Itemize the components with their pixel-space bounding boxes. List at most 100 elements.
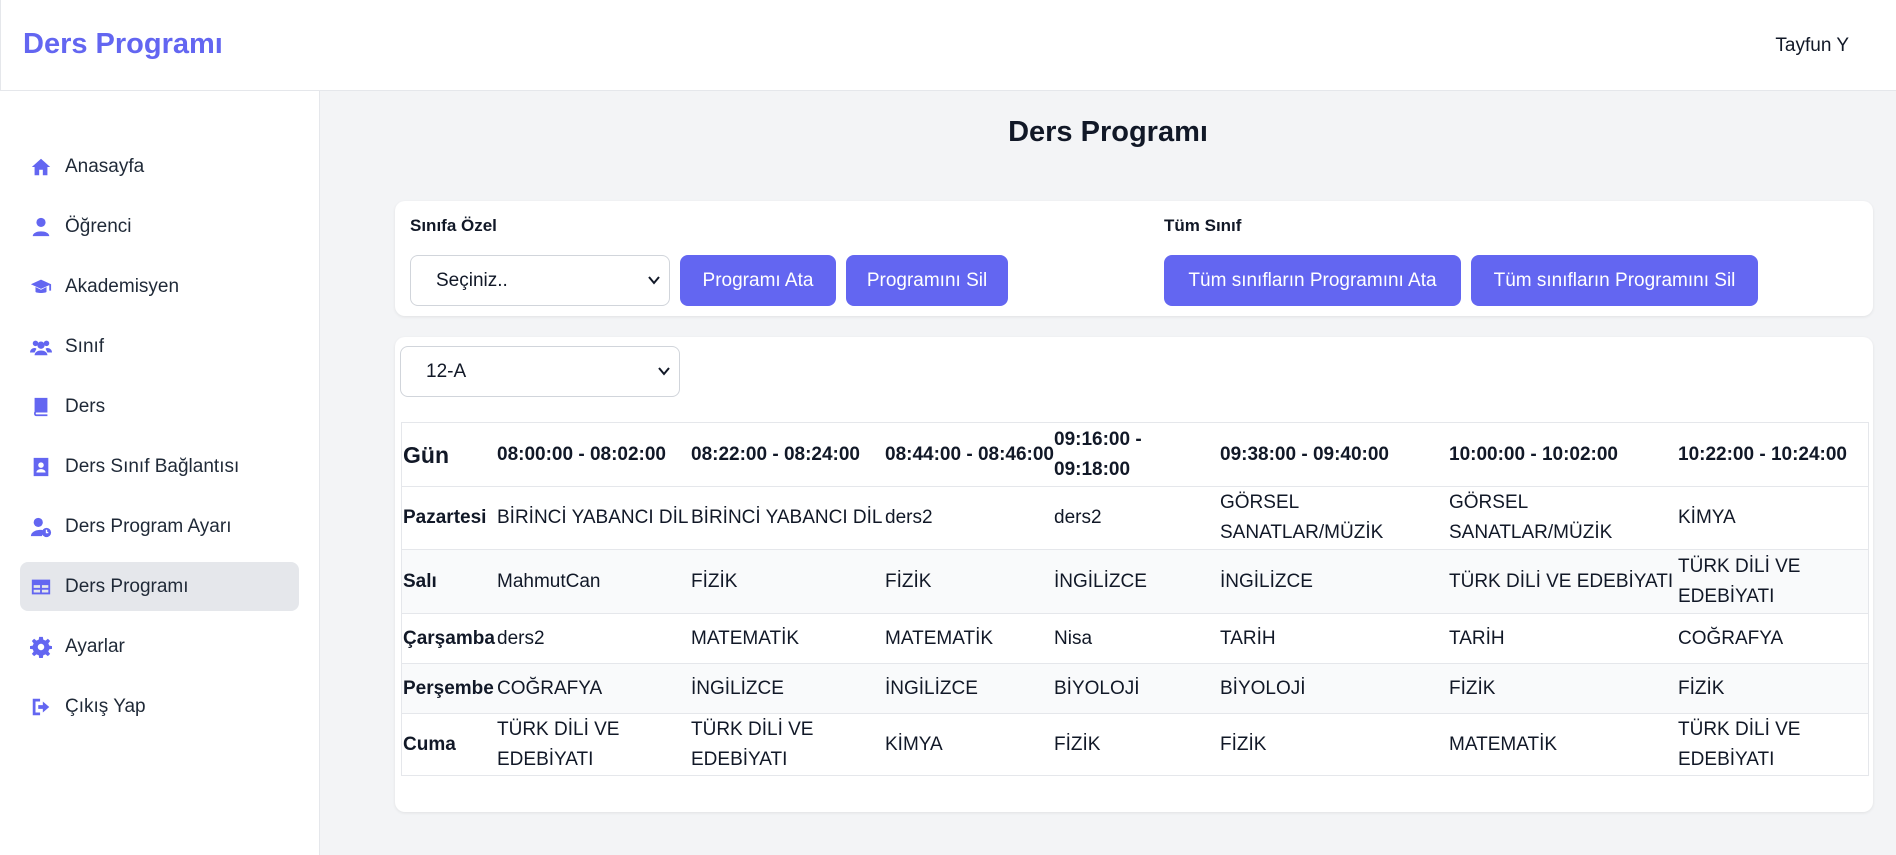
- sidebar: Anasayfa Öğrenci Akademisyen Sınıf Ders …: [0, 91, 320, 855]
- delete-program-button[interactable]: Programını Sil: [846, 255, 1008, 306]
- sidebar-item-ders-program-ayari[interactable]: Ders Program Ayarı: [20, 502, 299, 551]
- sidebar-item-ogrenci[interactable]: Öğrenci: [20, 202, 299, 251]
- lesson-cell: FİZİK: [1220, 734, 1267, 755]
- book-icon: [29, 395, 53, 419]
- user-icon: [29, 215, 53, 239]
- users-icon: [29, 335, 53, 359]
- lesson-cell: İNGİLİZCE: [885, 677, 978, 699]
- header-cell: 09:16:00 - 09:18:00: [1054, 428, 1142, 480]
- lesson-cell: COĞRAFYA: [497, 677, 603, 699]
- lesson-cell: FİZİK: [1054, 734, 1101, 755]
- lesson-cell: KİMYA: [885, 734, 943, 755]
- delete-all-programs-button[interactable]: Tüm sınıfların Programını Sil: [1471, 255, 1758, 306]
- schedule-class-select-value: 12-A: [426, 360, 467, 382]
- sign-out-icon: [29, 695, 53, 719]
- header-cell: 08:22:00 - 08:24:00: [691, 443, 860, 465]
- lesson-cell: GÖRSEL SANATLAR/MÜZİK: [1220, 492, 1384, 543]
- table-row: Salı MahmutCan FİZİK FİZİK İNGİLİZCE İNG…: [402, 550, 1868, 614]
- table-row: Cuma TÜRK DİLİ VE EDEBİYATI TÜRK DİLİ VE…: [402, 714, 1868, 776]
- table-row: Perşembe COĞRAFYA İNGİLİZCE İNGİLİZCE Bİ…: [402, 664, 1868, 714]
- lesson-cell: TÜRK DİLİ VE EDEBİYATI: [1449, 570, 1674, 592]
- sidebar-item-anasayfa[interactable]: Anasayfa: [20, 142, 299, 191]
- lesson-cell: FİZİK: [1678, 677, 1725, 699]
- lesson-cell: TARİH: [1449, 627, 1505, 649]
- top-bar: Ders Programı Tayfun Y: [0, 0, 1896, 91]
- lesson-cell: TÜRK DİLİ VE EDEBİYATI: [691, 719, 814, 770]
- lesson-cell: TARİH: [1220, 627, 1276, 649]
- lesson-cell: BİYOLOJİ: [1220, 677, 1306, 699]
- lesson-cell: FİZİK: [885, 570, 932, 592]
- sidebar-item-label: Çıkış Yap: [65, 695, 146, 717]
- sidebar-item-ayarlar[interactable]: Ayarlar: [20, 622, 299, 671]
- header-cell: 10:22:00 - 10:24:00: [1678, 443, 1847, 465]
- schedule-table: Gün 08:00:00 - 08:02:00 08:22:00 - 08:24…: [401, 422, 1869, 776]
- table-row: Çarşamba ders2 MATEMATİK MATEMATİK Nisa …: [402, 614, 1868, 664]
- schedule-class-select[interactable]: 12-A: [400, 346, 680, 397]
- program-actions-card: Sınıfa Özel Seçiniz.. Programı Ata Progr…: [395, 201, 1873, 316]
- header-cell: 08:44:00 - 08:46:00: [885, 443, 1054, 465]
- class-specific-label: Sınıfa Özel: [410, 216, 497, 235]
- lesson-cell: MATEMATİK: [691, 627, 800, 649]
- day-cell: Salı: [403, 570, 437, 592]
- chevron-down-icon: [648, 276, 660, 285]
- sidebar-item-ders-programi[interactable]: Ders Programı: [20, 562, 299, 611]
- sidebar-item-label: Anasayfa: [65, 155, 145, 177]
- lesson-cell: ders2: [497, 627, 545, 649]
- assign-program-button[interactable]: Programı Ata: [680, 255, 836, 306]
- sidebar-item-label: Ders: [65, 395, 106, 417]
- home-icon: [29, 155, 53, 179]
- app-title[interactable]: Ders Programı: [23, 28, 223, 61]
- lesson-cell: ders2: [885, 507, 933, 528]
- header-cell: Gün: [403, 441, 449, 468]
- table-header-row: Gün 08:00:00 - 08:02:00 08:22:00 - 08:24…: [402, 423, 1868, 487]
- header-cell: 09:38:00 - 09:40:00: [1220, 443, 1389, 465]
- sidebar-item-label: Akademisyen: [65, 275, 180, 297]
- lesson-cell: TÜRK DİLİ VE EDEBİYATI: [1678, 555, 1801, 607]
- table-row: Pazartesi BİRİNCİ YABANCI DİL BİRİNCİ YA…: [402, 487, 1868, 550]
- day-cell: Cuma: [403, 734, 456, 755]
- sidebar-item-label: Ayarlar: [65, 635, 125, 657]
- chevron-down-icon: [658, 367, 670, 376]
- lesson-cell: BİRİNCİ YABANCI DİL: [691, 507, 883, 528]
- lesson-cell: FİZİK: [691, 570, 738, 592]
- lesson-cell: BİYOLOJİ: [1054, 677, 1140, 699]
- sidebar-item-sinif[interactable]: Sınıf: [20, 322, 299, 371]
- header-cell: 08:00:00 - 08:02:00: [497, 443, 666, 465]
- header-cell: 10:00:00 - 10:02:00: [1449, 443, 1618, 465]
- lesson-cell: Nisa: [1054, 627, 1093, 649]
- sidebar-item-label: Sınıf: [65, 335, 105, 357]
- contact-book-icon: [29, 455, 53, 479]
- assign-all-programs-button[interactable]: Tüm sınıfların Programını Ata: [1164, 255, 1461, 306]
- all-classes-label: Tüm Sınıf: [1164, 216, 1242, 235]
- sidebar-item-ders-sinif-baglantisi[interactable]: Ders Sınıf Bağlantısı: [20, 442, 299, 491]
- day-cell: Perşembe: [403, 677, 494, 699]
- lesson-cell: BİRİNCİ YABANCI DİL: [497, 507, 689, 528]
- lesson-cell: TÜRK DİLİ VE EDEBİYATI: [497, 719, 620, 770]
- lesson-cell: GÖRSEL SANATLAR/MÜZİK: [1449, 492, 1613, 543]
- lesson-cell: MATEMATİK: [1449, 734, 1558, 755]
- lesson-cell: İNGİLİZCE: [691, 677, 784, 699]
- sidebar-item-cikis-yap[interactable]: Çıkış Yap: [20, 682, 299, 731]
- sidebar-item-akademisyen[interactable]: Akademisyen: [20, 262, 299, 311]
- lesson-cell: TÜRK DİLİ VE EDEBİYATI: [1678, 719, 1801, 770]
- sidebar-item-label: Ders Sınıf Bağlantısı: [65, 455, 240, 477]
- lesson-cell: KİMYA: [1678, 507, 1736, 528]
- lesson-cell: İNGİLİZCE: [1054, 570, 1147, 592]
- sidebar-item-label: Öğrenci: [65, 215, 132, 237]
- lesson-cell: MATEMATİK: [885, 627, 994, 649]
- lesson-cell: FİZİK: [1449, 677, 1496, 699]
- graduation-cap-icon: [29, 275, 53, 299]
- sidebar-item-label: Ders Programı: [65, 575, 189, 597]
- sidebar-item-ders[interactable]: Ders: [20, 382, 299, 431]
- lesson-cell: MahmutCan: [497, 570, 601, 592]
- gear-icon: [29, 635, 53, 659]
- table-icon: [29, 575, 53, 599]
- lesson-cell: ders2: [1054, 507, 1102, 528]
- day-cell: Pazartesi: [403, 507, 487, 528]
- class-select-value: Seçiniz..: [436, 269, 508, 291]
- lesson-cell: İNGİLİZCE: [1220, 570, 1313, 592]
- user-name[interactable]: Tayfun Y: [1775, 35, 1849, 57]
- class-select[interactable]: Seçiniz..: [410, 255, 670, 306]
- user-clock-icon: [29, 515, 53, 539]
- page-title: Ders Programı: [1008, 116, 1208, 148]
